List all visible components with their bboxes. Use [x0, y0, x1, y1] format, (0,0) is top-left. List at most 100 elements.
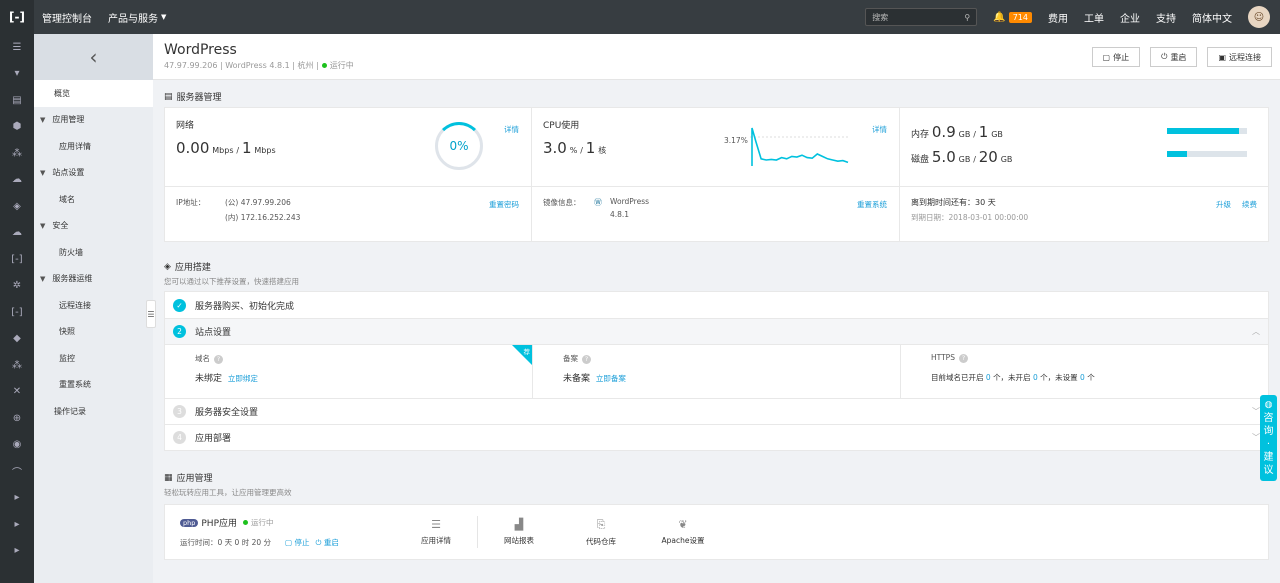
bracket-icon[interactable]: [-]: [0, 299, 34, 326]
cross-icon[interactable]: ✕: [0, 379, 34, 406]
php-app-card: php PHP应用 运行中 运行时间：0 天 0 时 20 分 ▢ 停止 ⏻ 重…: [164, 504, 1269, 560]
layers-icon[interactable]: ◉: [0, 432, 34, 459]
list-icon[interactable]: ▤: [0, 87, 34, 114]
instance-status: 运行中: [329, 61, 354, 70]
topbar-link-fees[interactable]: 费用: [1040, 0, 1076, 34]
search-icon[interactable]: ⚲: [964, 13, 970, 22]
help-icon[interactable]: ?: [958, 354, 968, 363]
chevron-down-icon[interactable]: ﹀: [1252, 432, 1260, 443]
topbar-link-enterprise[interactable]: 企业: [1112, 0, 1148, 34]
shield-icon[interactable]: ⬢: [0, 114, 34, 141]
https-unset-count[interactable]: 0: [1080, 373, 1085, 382]
step-2-number: 2: [173, 325, 186, 338]
subnav-item[interactable]: 操作记录: [34, 398, 153, 425]
console-link[interactable]: 管理控制台: [34, 0, 100, 34]
instance-version: WordPress 4.8.1: [225, 61, 290, 70]
subnav-item[interactable]: 远程连接: [34, 292, 153, 319]
remote-label: 远程连接: [1229, 52, 1261, 62]
record-link[interactable]: 立即备案: [596, 374, 626, 383]
subnav-item[interactable]: ▼ 站点设置: [34, 160, 153, 187]
subnav-item[interactable]: 概览: [34, 80, 153, 107]
step-2[interactable]: 2 站点设置 ︿: [165, 318, 1268, 344]
subnav-item[interactable]: 应用详情: [34, 133, 153, 160]
avatar[interactable]: ☺: [1248, 6, 1270, 28]
disk-total: 20: [978, 148, 998, 166]
build-card: ✓ 服务器购买、初始化完成 2 站点设置 ︿ 域名? 未绑定 立即绑定 荐 备案? 未…: [164, 291, 1269, 451]
cloud-storage-icon[interactable]: ☁: [0, 220, 34, 247]
terminal-icon: ▣: [1218, 52, 1226, 62]
code-repo-tool[interactable]: ⎘ 代码仓库: [560, 518, 642, 547]
caret-right-icon[interactable]: ▸: [0, 538, 34, 565]
memory-sep: /: [973, 130, 976, 139]
php-restart-button[interactable]: ⏻ 重启: [316, 537, 339, 548]
restart-button[interactable]: ⏻ 重启: [1150, 47, 1198, 67]
subnav-item[interactable]: ▼ 安全: [34, 213, 153, 240]
image-version: 4.8.1: [610, 210, 630, 219]
cube-icon[interactable]: ◈: [0, 193, 34, 220]
products-menu[interactable]: 产品与服务 ▼: [100, 0, 174, 34]
chevron-up-icon[interactable]: ︿: [1252, 326, 1260, 337]
subnav-item[interactable]: 重置系统: [34, 372, 153, 399]
settings-icon[interactable]: ✲: [0, 273, 34, 300]
cpu-cores-unit: 核: [598, 146, 607, 155]
https-off-count[interactable]: 0: [1033, 373, 1038, 382]
network-icon[interactable]: ⁂: [0, 140, 34, 167]
subnav-item[interactable]: 监控: [34, 345, 153, 372]
bind-domain-link[interactable]: 立即绑定: [228, 374, 258, 383]
stop-button[interactable]: ▢ 停止: [1091, 47, 1141, 67]
subnav-item-label: 远程连接: [59, 300, 91, 310]
disk-label: 磁盘: [911, 155, 930, 165]
bell-icon: 🔔: [993, 11, 1006, 23]
topbar-link-support[interactable]: 支持: [1148, 0, 1184, 34]
cpu-detail-link[interactable]: 详情: [872, 124, 887, 135]
logo-icon[interactable]: [-]: [0, 0, 34, 34]
subnav-item[interactable]: 防火墙: [34, 239, 153, 266]
network-detail-link[interactable]: 详情: [504, 124, 519, 135]
cluster-icon[interactable]: ⁂: [0, 352, 34, 379]
restart-label: 重启: [1170, 52, 1187, 62]
subnav-item[interactable]: ▼ 应用管理: [34, 107, 153, 134]
reset-password-link[interactable]: 重置密码: [489, 199, 519, 210]
build-subtitle: 您可以通过以下推荐设置，快速搭建应用: [164, 277, 299, 286]
feedback-float-button[interactable]: ◍ 咨 询 · 建 议: [1260, 395, 1277, 481]
bracket-icon[interactable]: [-]: [0, 246, 34, 273]
search-input[interactable]: 搜索 ⚲: [865, 8, 978, 26]
subnav-item[interactable]: ▼ 服务器运维: [34, 266, 153, 293]
caret-right-icon[interactable]: ▸: [0, 485, 34, 512]
site-report-tool[interactable]: ▟ 网站报表: [478, 518, 560, 546]
subnav-item[interactable]: 快照: [34, 319, 153, 346]
memory-total: 1: [978, 123, 989, 141]
database-icon[interactable]: ◆: [0, 326, 34, 353]
reset-system-link[interactable]: 重置系统: [857, 199, 887, 210]
php-stop-button[interactable]: ▢ 停止: [285, 537, 309, 548]
renew-link[interactable]: 续费: [1242, 199, 1257, 210]
step-3[interactable]: 3 服务器安全设置 ﹀: [165, 398, 1268, 424]
php-app-name: PHP应用: [201, 519, 237, 529]
topbar-link-tickets[interactable]: 工单: [1076, 0, 1112, 34]
search-icon[interactable]: ⊕: [0, 405, 34, 432]
apache-settings-tool[interactable]: ❦ Apache设置: [642, 518, 724, 546]
subnav: ‹ 概览 ▼ 应用管理 应用详情 ▼ 站点设置 域名 ▼ 安全 防火墙 ▼ 服务器运维远程连接快照 监控…: [34, 34, 153, 583]
menu-icon[interactable]: ☰: [0, 34, 34, 61]
app-detail-tool[interactable]: ☰ 应用详情: [395, 518, 477, 546]
cloud-icon[interactable]: ☁: [0, 167, 34, 194]
topbar-link-language[interactable]: 简体中文: [1184, 0, 1240, 34]
subnav-item-label: 服务器运维: [52, 274, 93, 284]
domain-status: 未绑定: [195, 374, 223, 384]
subnav-item[interactable]: 域名: [34, 186, 153, 213]
help-icon[interactable]: ?: [582, 355, 591, 364]
chevron-down-icon[interactable]: ﹀: [1252, 406, 1260, 417]
cpu-panel: CPU使用 3.0 % / 1 核 3.17% 详情: [532, 108, 900, 186]
step-4[interactable]: 4 应用部署 ﹀: [165, 424, 1268, 450]
help-icon[interactable]: ?: [214, 355, 223, 364]
upgrade-link[interactable]: 升级: [1216, 199, 1231, 210]
notification-button[interactable]: 🔔 714: [985, 0, 1040, 34]
caret-down-icon[interactable]: ▾: [0, 61, 34, 88]
step-1[interactable]: ✓ 服务器购买、初始化完成: [165, 292, 1268, 318]
network-limit: 1: [241, 139, 252, 157]
more-icon[interactable]: ⌒: [0, 458, 34, 485]
caret-right-icon[interactable]: ▸: [0, 511, 34, 538]
https-on-count[interactable]: 0: [986, 373, 991, 382]
remote-connect-button[interactable]: ▣ 远程连接: [1207, 47, 1272, 67]
back-chevron-icon[interactable]: ‹: [34, 34, 153, 80]
